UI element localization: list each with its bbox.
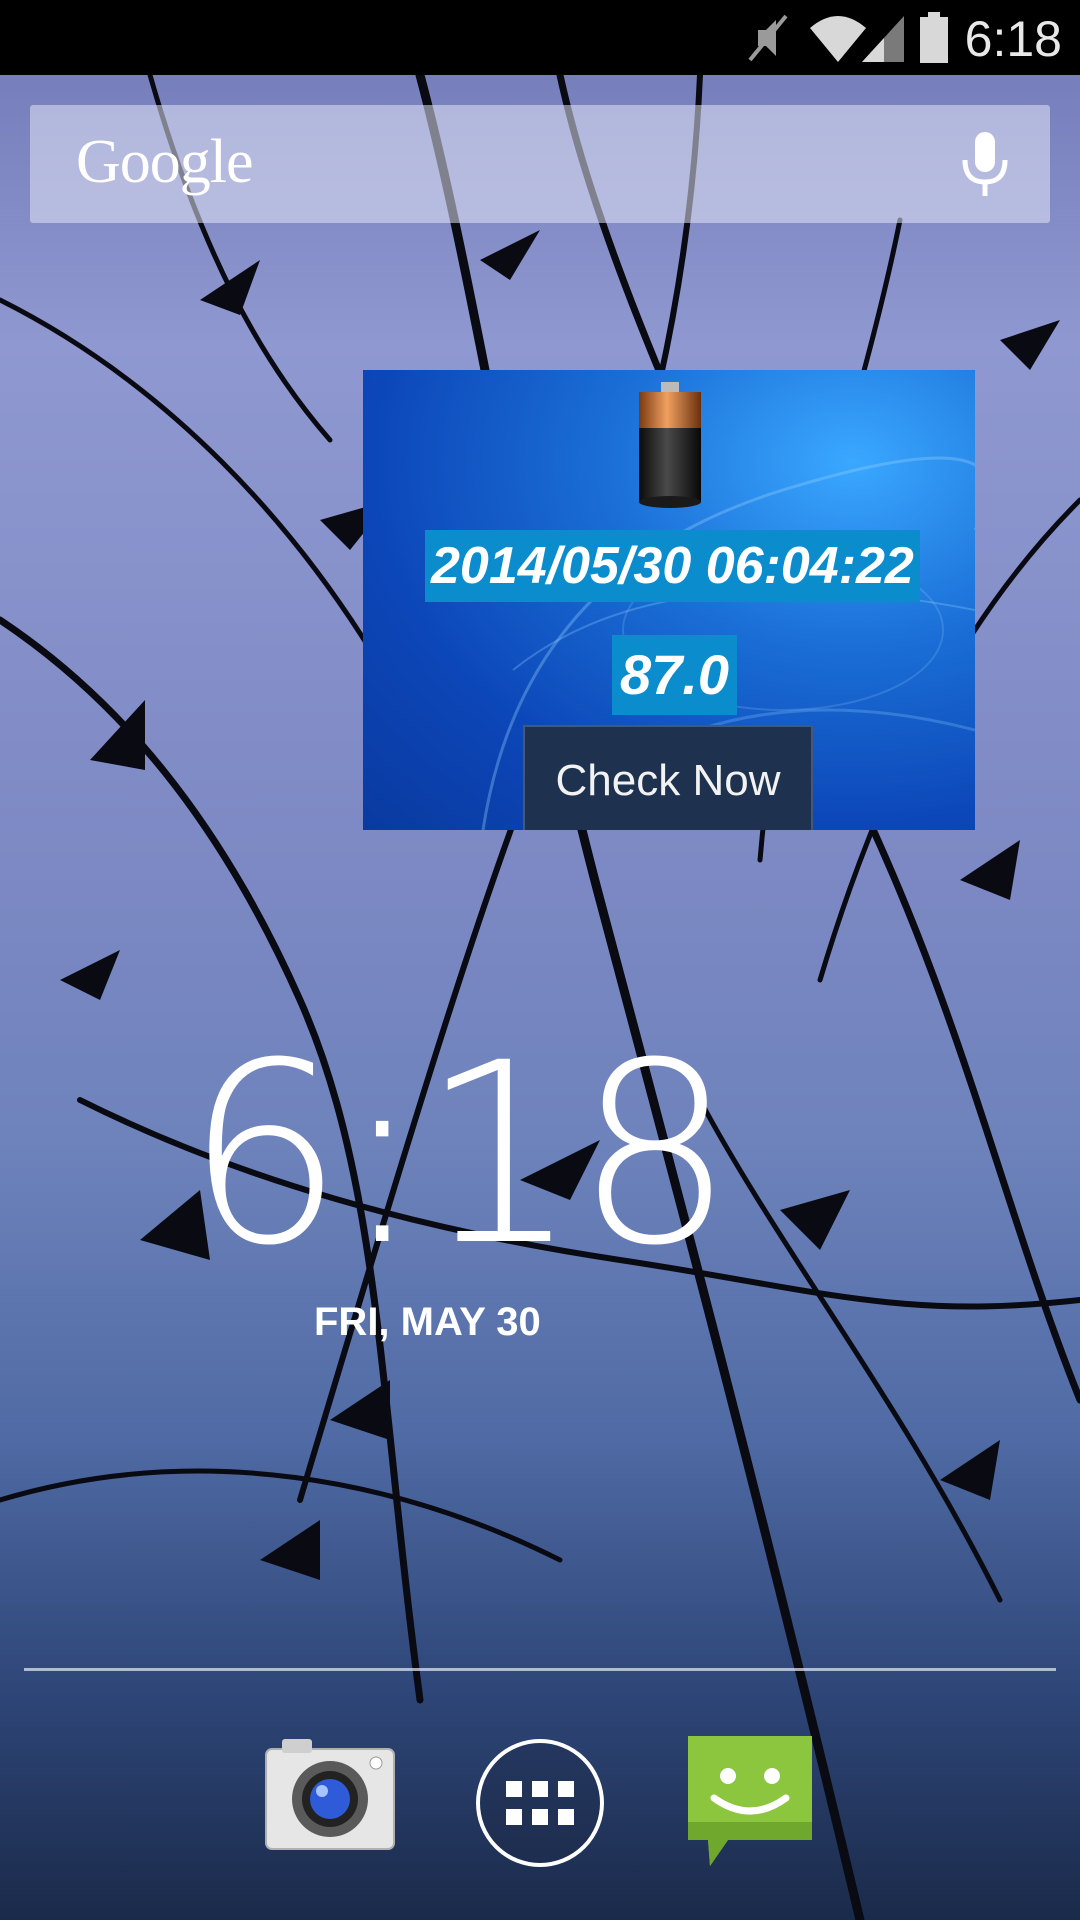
mic-icon[interactable] (960, 130, 1010, 200)
widget-battery-level: 87.0 (612, 635, 737, 715)
muted-icon (748, 14, 788, 62)
status-time: 6:18 (964, 11, 1062, 67)
dock-divider (24, 1668, 1056, 1671)
widget-last-check-datetime: 2014/05/30 06:04:22 (425, 530, 920, 602)
clock-date: FRI, MAY 30 (314, 1300, 541, 1344)
signal-icon (862, 16, 904, 62)
app-drawer-icon[interactable] (472, 1735, 608, 1871)
check-now-button[interactable]: Check Now (523, 725, 813, 830)
battery-cell-icon (639, 382, 701, 508)
google-logo: Google (76, 128, 254, 196)
wallpaper-image (0, 70, 1080, 1920)
clock-time[interactable]: 6:18 (185, 1030, 734, 1280)
wifi-icon (810, 16, 866, 62)
google-search-bar[interactable]: Google (30, 105, 1050, 223)
battery-widget[interactable]: 2014/05/30 06:04:22 87.0 Check Now (363, 370, 975, 830)
messaging-icon[interactable] (684, 1732, 816, 1870)
camera-icon[interactable] (262, 1735, 398, 1855)
battery-icon (920, 12, 948, 63)
status-bar: 6:18 (0, 0, 1080, 75)
